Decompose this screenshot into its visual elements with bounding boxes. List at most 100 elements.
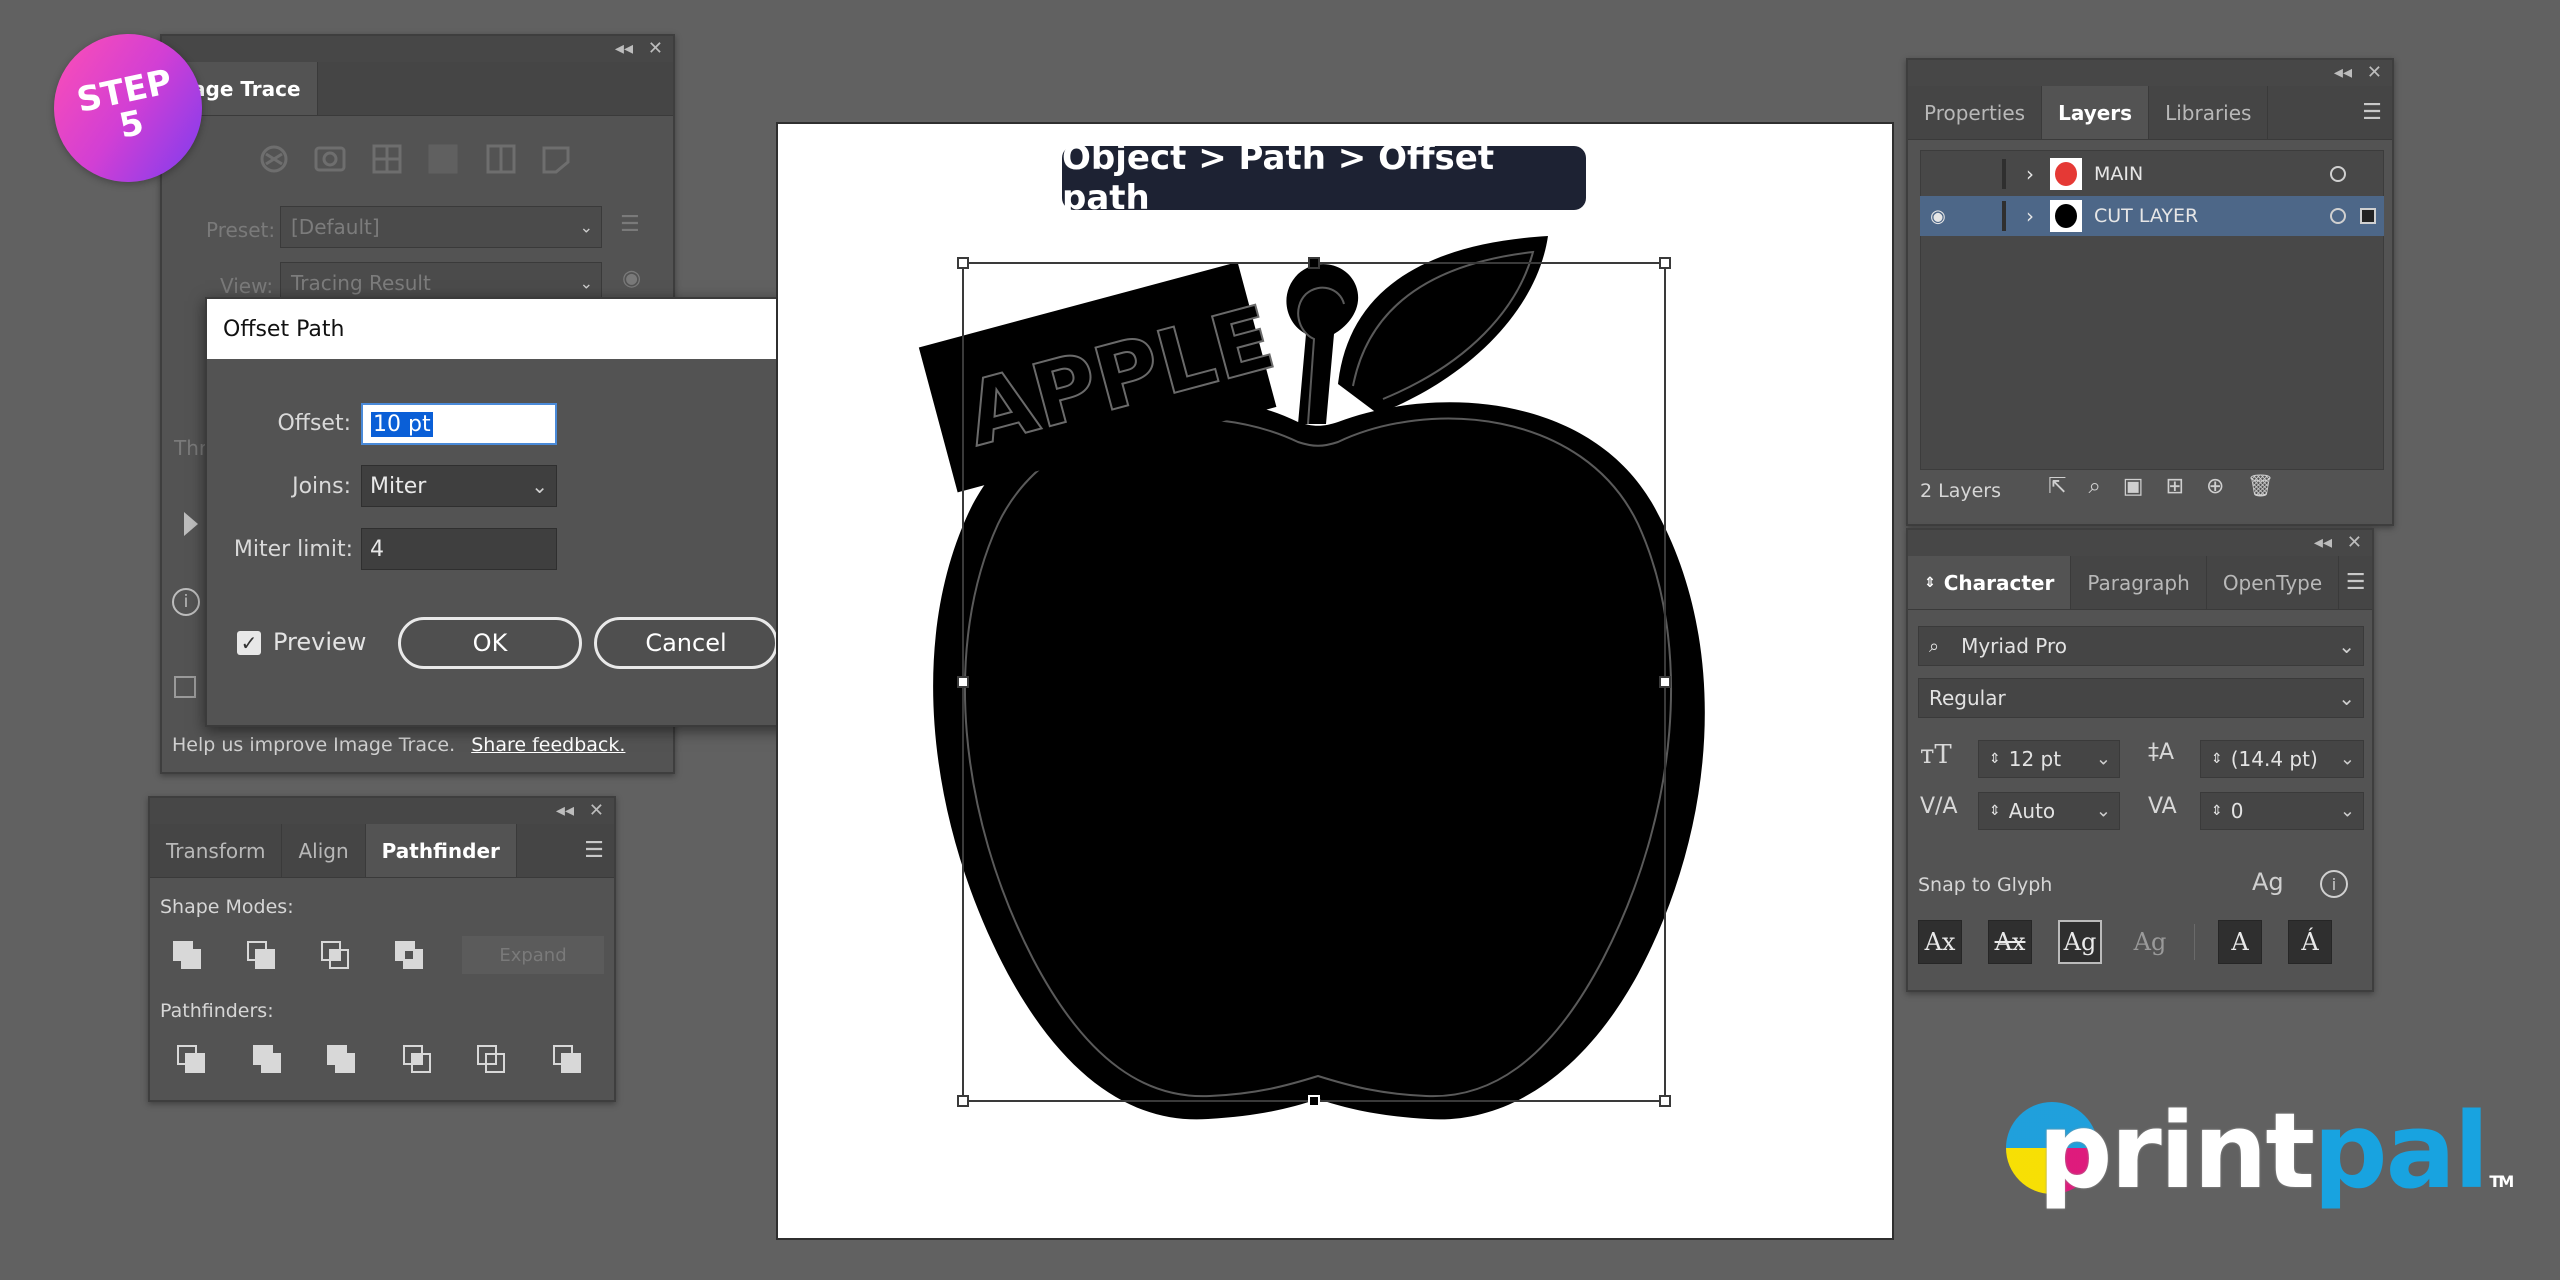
- chevron-down-icon[interactable]: ⌄: [2340, 749, 2355, 770]
- preset-list-icon[interactable]: ☰: [620, 212, 640, 237]
- font-style-select[interactable]: Regular ⌄: [1918, 678, 2364, 718]
- new-sublayer-icon[interactable]: ⊞: [2166, 474, 2206, 499]
- layers-panel-topbar: ◂◂ ✕: [1908, 60, 2392, 86]
- close-icon[interactable]: ✕: [2347, 532, 2362, 553]
- snap-glyph-bounds-button[interactable]: Ag: [2058, 920, 2102, 964]
- export-icon[interactable]: ⇱: [2048, 474, 2088, 499]
- preset-select[interactable]: [Default] ⌄: [280, 206, 602, 248]
- collapse-icon[interactable]: ◂◂: [615, 38, 633, 59]
- layer-row-cut[interactable]: ◉ › CUT LAYER: [1920, 196, 2384, 236]
- shape-mode-buttons[interactable]: [160, 934, 430, 978]
- pathfinder-tabbar: Transform Align Pathfinder ☰: [150, 824, 614, 878]
- offset-input[interactable]: 10 pt: [361, 403, 557, 445]
- tab-layers[interactable]: Layers: [2042, 86, 2150, 139]
- glyph-divider: [2194, 924, 2195, 960]
- glyph-options-icon[interactable]: Ag: [2252, 868, 2284, 896]
- trace-preset-icons[interactable]: [252, 134, 592, 184]
- stepper-icon[interactable]: ⇕: [2211, 803, 2223, 819]
- expand-chevron-icon[interactable]: ›: [2026, 162, 2034, 186]
- font-size-icon: тT: [1920, 740, 1952, 770]
- shape-modes-label: Shape Modes:: [160, 896, 294, 918]
- eye-icon[interactable]: ◉: [1920, 206, 1956, 227]
- chevron-down-icon[interactable]: ⌄: [2338, 634, 2355, 658]
- stepper-icon[interactable]: ⇕: [2211, 751, 2223, 767]
- joins-select[interactable]: Miter ⌄: [361, 465, 557, 507]
- advanced-toggle-icon[interactable]: [184, 512, 198, 536]
- apple-artwork[interactable]: APPLE: [778, 124, 1896, 1242]
- layer-thumbnail: [2050, 200, 2082, 232]
- target-circle-icon[interactable]: [2330, 166, 2346, 182]
- dialog-title: Offset Path: [207, 299, 808, 359]
- trace-checkbox[interactable]: [174, 676, 196, 698]
- tab-properties[interactable]: Properties: [1908, 86, 2043, 139]
- stepper-icon[interactable]: ⇕: [1989, 803, 2001, 819]
- target-circle-icon[interactable]: [2330, 208, 2346, 224]
- trash-icon[interactable]: 🗑: [2246, 474, 2296, 499]
- panel-menu-icon[interactable]: ☰: [2352, 86, 2392, 139]
- layer-row-main[interactable]: › MAIN: [1920, 154, 2384, 194]
- stepper-icon[interactable]: ⇕: [1989, 751, 2001, 767]
- close-icon[interactable]: ✕: [589, 800, 604, 821]
- pathfinder-panel: ◂◂ ✕ Transform Align Pathfinder ☰ Shape …: [148, 796, 616, 1102]
- preview-checkbox[interactable]: ✓: [237, 631, 261, 655]
- miter-limit-input[interactable]: 4: [361, 528, 557, 570]
- snap-anchor-button[interactable]: Á: [2288, 920, 2332, 964]
- threshold-label: Thr: [174, 436, 208, 460]
- tab-pathfinder[interactable]: Pathfinder: [365, 824, 517, 877]
- panel-menu-icon[interactable]: ☰: [2339, 556, 2372, 609]
- collapse-icon[interactable]: ◂◂: [2314, 532, 2332, 553]
- share-feedback-link[interactable]: Share feedback.: [471, 734, 625, 756]
- info-icon[interactable]: i: [2320, 870, 2348, 898]
- font-size-input[interactable]: ⇕ 12 pt ⌄: [1978, 740, 2120, 778]
- tab-libraries[interactable]: Libraries: [2149, 86, 2269, 139]
- info-icon: i: [172, 588, 200, 616]
- chevron-down-icon[interactable]: ⌄: [2340, 801, 2355, 822]
- snap-xheight-button[interactable]: Ax: [1988, 920, 2032, 964]
- layer-name[interactable]: MAIN: [2094, 163, 2143, 185]
- kerning-input[interactable]: ⇕ Auto ⌄: [1978, 792, 2120, 830]
- snap-angular-button[interactable]: A: [2218, 920, 2262, 964]
- layer-name[interactable]: CUT LAYER: [2094, 205, 2198, 227]
- cancel-button[interactable]: Cancel: [594, 617, 778, 669]
- kerning-icon: V/A: [1920, 794, 1958, 819]
- snap-proximity-button[interactable]: Ag: [2128, 920, 2172, 964]
- shape-modes-icons: [160, 934, 430, 982]
- clipping-mask-icon[interactable]: ▣: [2123, 474, 2166, 499]
- tab-character[interactable]: ⇕ Character: [1908, 556, 2072, 609]
- tab-paragraph[interactable]: Paragraph: [2071, 556, 2207, 609]
- tab-opentype[interactable]: OpenType: [2207, 556, 2340, 609]
- image-trace-tabbar: age Trace: [162, 62, 673, 116]
- ok-button[interactable]: OK: [398, 617, 582, 669]
- tracking-input[interactable]: ⇕ 0 ⌄: [2200, 792, 2364, 830]
- logo-part-print: print: [2038, 1090, 2315, 1212]
- close-icon[interactable]: ✕: [648, 38, 663, 59]
- leading-input[interactable]: ⇕ (14.4 pt) ⌄: [2200, 740, 2364, 778]
- font-family-select[interactable]: ⌕ Myriad Pro ⌄: [1918, 626, 2364, 666]
- layer-count: 2 Layers: [1920, 480, 2002, 502]
- offset-value: 10 pt: [371, 411, 433, 437]
- search-icon[interactable]: ⌕: [2088, 474, 2122, 499]
- chevron-down-icon[interactable]: ⌄: [2338, 686, 2355, 710]
- snap-baseline-button[interactable]: Ax: [1918, 920, 1962, 964]
- expand-button[interactable]: Expand: [462, 936, 604, 974]
- joins-label: Joins:: [292, 474, 351, 499]
- chevron-down-icon[interactable]: ⌄: [2096, 749, 2111, 770]
- panel-menu-icon[interactable]: ☰: [574, 824, 614, 877]
- logo-part-pal: pal: [2313, 1090, 2489, 1212]
- miter-limit-label: Miter limit:: [233, 537, 353, 562]
- collapse-icon[interactable]: ◂◂: [556, 800, 574, 821]
- artboard[interactable]: APPLE: [776, 122, 1894, 1240]
- collapse-icon[interactable]: ◂◂: [2334, 62, 2352, 83]
- close-icon[interactable]: ✕: [2367, 62, 2382, 83]
- image-trace-panel-topbar: ◂◂ ✕: [162, 36, 673, 62]
- tab-transform[interactable]: Transform: [150, 824, 283, 877]
- preview-label: Preview: [273, 628, 367, 656]
- tab-align[interactable]: Align: [282, 824, 366, 877]
- selection-square-icon[interactable]: [2360, 208, 2376, 224]
- eye-icon[interactable]: ◉: [622, 266, 641, 291]
- new-layer-icon[interactable]: ⊕: [2206, 474, 2246, 499]
- pathfinder-buttons[interactable]: [160, 1038, 600, 1082]
- expand-chevron-icon[interactable]: ›: [2026, 204, 2034, 228]
- apple-body-shape: [933, 395, 1705, 1120]
- chevron-down-icon[interactable]: ⌄: [2096, 801, 2111, 822]
